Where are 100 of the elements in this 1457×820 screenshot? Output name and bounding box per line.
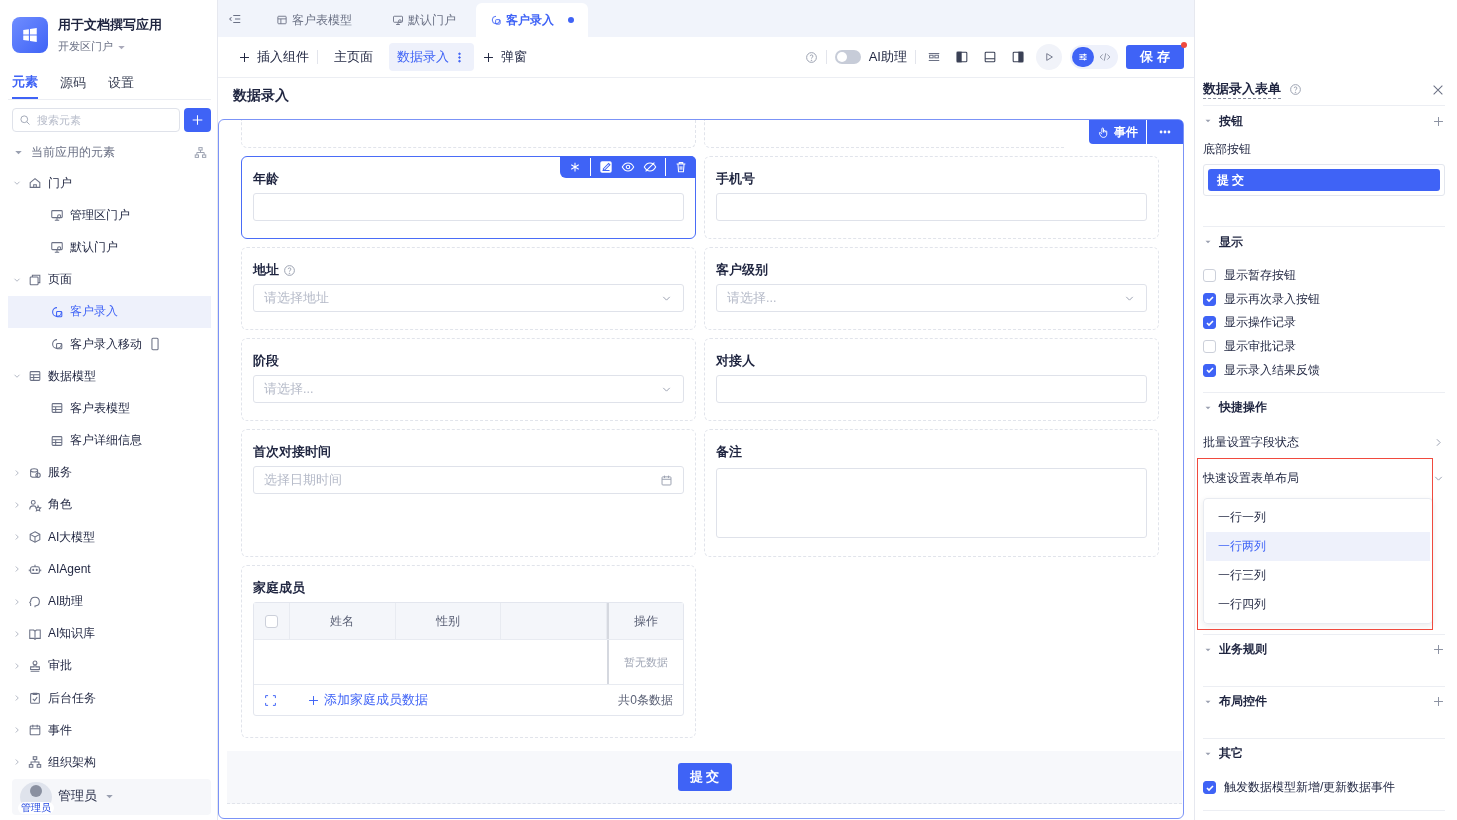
- tree-item[interactable]: 后台任务: [8, 682, 211, 715]
- toggle-switch[interactable]: [834, 50, 861, 64]
- form-item[interactable]: 家庭成员 姓名 性别 操作 暂无数据 添加家庭成员数据 共0条数据: [241, 565, 696, 738]
- editor-tab[interactable]: 客户表模型: [256, 3, 372, 37]
- preview-button[interactable]: [1036, 44, 1062, 70]
- field-label: 底部按钮: [1203, 141, 1252, 158]
- tree-item[interactable]: 管理区门户: [8, 199, 211, 232]
- hand-icon: [1097, 125, 1110, 139]
- checkbox[interactable]: [1203, 316, 1216, 330]
- column-header: 姓名: [330, 612, 355, 630]
- sidebar-tab[interactable]: 设置: [108, 72, 134, 99]
- tree-item[interactable]: 客户表模型: [8, 392, 211, 425]
- tree-item[interactable]: 审批: [8, 649, 211, 682]
- add-button[interactable]: [1432, 643, 1445, 657]
- tree-item[interactable]: 事件: [8, 714, 211, 747]
- form-item[interactable]: 地址 请选择地址: [241, 247, 696, 330]
- left-panel-icon: [955, 50, 969, 64]
- tree-item[interactable]: 服务: [8, 456, 211, 489]
- checkbox[interactable]: [1203, 292, 1216, 306]
- user-menu[interactable]: 管理员 管理员: [12, 778, 211, 815]
- tree-item[interactable]: AIAgent: [8, 553, 211, 586]
- field-label: 年龄: [253, 170, 279, 188]
- form-item[interactable]: 年龄: [241, 156, 696, 239]
- cal-icon: [28, 723, 42, 738]
- coins-icon: [28, 465, 42, 480]
- plus-icon: [1432, 695, 1445, 709]
- unsaved-dot: [568, 17, 574, 23]
- save-button[interactable]: 保 存: [1126, 45, 1184, 69]
- editor-tab[interactable]: 默认门户: [372, 3, 476, 37]
- sidebar-tab[interactable]: 元素: [12, 72, 38, 99]
- page-tab[interactable]: 主页面: [326, 43, 381, 71]
- add-button[interactable]: [184, 108, 211, 132]
- checkbox[interactable]: [1203, 363, 1216, 377]
- tree-item[interactable]: 默认门户: [8, 231, 211, 264]
- form-item[interactable]: 备注: [704, 429, 1159, 557]
- field-label: 手机号: [716, 170, 755, 188]
- event-button[interactable]: 事件: [1089, 120, 1146, 144]
- tree-item[interactable]: 客户录入移动: [8, 327, 211, 361]
- sidebar-tab[interactable]: 源码: [60, 72, 86, 99]
- form-item[interactable]: 阶段 请选择...: [241, 338, 696, 421]
- settings-mode-button[interactable]: [1072, 47, 1094, 67]
- checkbox[interactable]: [1203, 781, 1216, 795]
- add-row-link[interactable]: 添加家庭成员数据: [307, 691, 428, 709]
- form-item[interactable]: [704, 120, 1065, 148]
- search-field[interactable]: 搜索元素: [12, 108, 180, 132]
- tree-item[interactable]: AI助理: [8, 585, 211, 618]
- plus-icon: [307, 693, 320, 707]
- submit-button[interactable]: 提 交: [1208, 169, 1440, 191]
- add-button[interactable]: [1432, 114, 1445, 128]
- submit-button[interactable]: 提 交: [677, 763, 732, 791]
- menu-item[interactable]: 一行四列: [1206, 589, 1430, 619]
- plus-icon: [238, 50, 251, 64]
- menu-item[interactable]: 一行一列: [1206, 502, 1430, 532]
- section-title: 其它: [1219, 745, 1243, 763]
- add-button[interactable]: [1432, 695, 1445, 709]
- asterisk-icon: [568, 160, 582, 174]
- section-title: 布局控件: [1219, 693, 1267, 711]
- field-label: 备注: [716, 443, 742, 461]
- tree-item[interactable]: 角色: [8, 488, 211, 522]
- pages-icon: [28, 272, 42, 287]
- tree-item[interactable]: 门户: [8, 167, 211, 200]
- tree-item[interactable]: AI知识库: [8, 617, 211, 650]
- text-field[interactable]: [253, 193, 684, 221]
- form-item[interactable]: 首次对接时间 选择日期时间: [241, 429, 696, 557]
- tree-item[interactable]: 数据模型: [8, 360, 211, 393]
- section-title: 快捷操作: [1219, 399, 1267, 417]
- right-panel-icon: [1011, 50, 1025, 64]
- field-label: 客户级别: [716, 261, 768, 279]
- tree-item[interactable]: AI大模型: [8, 521, 211, 554]
- form-item[interactable]: [241, 120, 696, 148]
- dropdown[interactable]: 批量设置字段状态: [1203, 429, 1445, 456]
- org-icon: [28, 755, 42, 770]
- menu-item[interactable]: 一行三列: [1206, 560, 1430, 590]
- text-field[interactable]: [716, 375, 1147, 403]
- tree-item[interactable]: 页面: [8, 263, 211, 296]
- form-item[interactable]: 对接人: [704, 338, 1159, 421]
- form-item[interactable]: 手机号: [704, 156, 1159, 239]
- form-item[interactable]: 客户级别 请选择...: [704, 247, 1159, 330]
- page-tab[interactable]: 数据录入: [389, 43, 474, 71]
- tree-item[interactable]: 客户录入: [8, 295, 211, 328]
- text-area[interactable]: [716, 468, 1147, 538]
- text-field[interactable]: [716, 193, 1147, 221]
- menu-item[interactable]: 一行两列: [1206, 531, 1430, 561]
- checkbox-label: 显示录入结果反馈: [1224, 361, 1320, 379]
- avatar: 管理员: [20, 781, 52, 812]
- eye-off-icon: [643, 160, 657, 174]
- grid-icon: [28, 369, 42, 384]
- window-grid-icon: [21, 26, 39, 44]
- dropdown[interactable]: 快速设置表单布局: [1203, 465, 1445, 492]
- tree-item[interactable]: 客户详细信息: [8, 424, 211, 457]
- stamp-icon: [28, 658, 42, 673]
- popup-button[interactable]: 弹窗: [482, 48, 527, 66]
- editor-tab[interactable]: 客户录入: [476, 3, 588, 37]
- page-icon: [50, 304, 64, 319]
- tree-item[interactable]: 组织架构: [8, 746, 211, 779]
- portal-dropdown[interactable]: 开发区门户: [58, 40, 162, 54]
- more-button[interactable]: [1147, 120, 1183, 144]
- insert-component-button[interactable]: 插入组件: [238, 48, 309, 66]
- field-label: 首次对接时间: [253, 443, 331, 461]
- help-icon: [1289, 83, 1302, 96]
